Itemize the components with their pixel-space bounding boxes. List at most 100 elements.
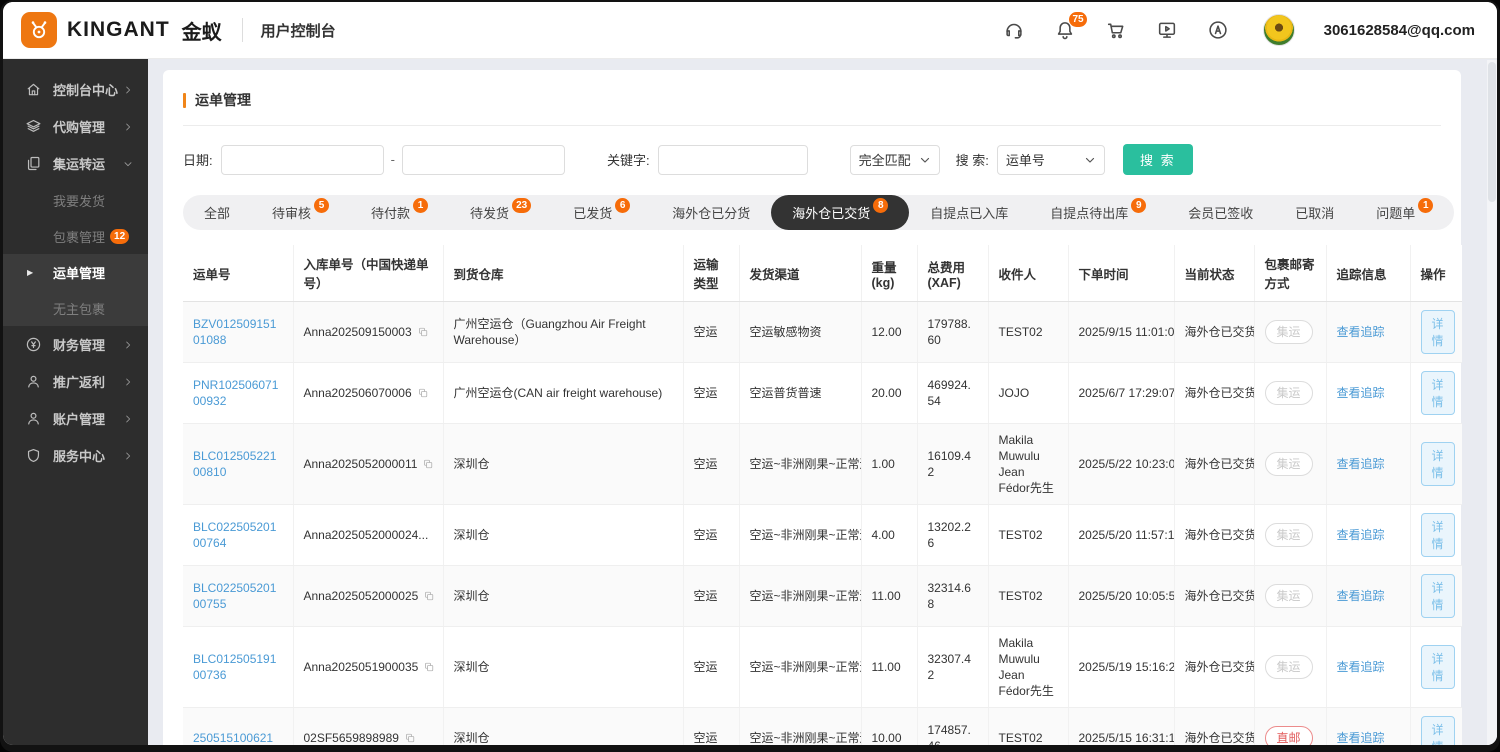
tab-问题单[interactable]: 问题单1 bbox=[1355, 195, 1454, 230]
warehouse-cell: 广州空运仓（Guangzhou Air Freight Warehouse） bbox=[443, 302, 683, 363]
kingant-logo-icon bbox=[21, 12, 57, 48]
tab-自提点已入库[interactable]: 自提点已入库 bbox=[909, 195, 1029, 230]
view-tracking-link[interactable]: 查看追踪 bbox=[1337, 528, 1385, 542]
status-cell: 海外仓已交货 bbox=[1174, 424, 1254, 505]
table-row: BLC02250520100755Anna2025052000025深圳仓空运空… bbox=[183, 566, 1462, 627]
column-header: 重量 (kg) bbox=[861, 245, 917, 302]
count-badge: 23 bbox=[512, 198, 531, 213]
tab-已取消[interactable]: 已取消 bbox=[1274, 195, 1355, 230]
view-tracking-link[interactable]: 查看追踪 bbox=[1337, 660, 1385, 674]
count-badge: 1 bbox=[413, 198, 428, 213]
copy-icon[interactable] bbox=[417, 326, 429, 338]
chevron-right-icon bbox=[122, 339, 134, 351]
channel-cell: 空运~非洲刚果~正常速度 bbox=[739, 505, 861, 566]
copy-icon[interactable] bbox=[422, 458, 434, 470]
tab-会员已签收[interactable]: 会员已签收 bbox=[1167, 195, 1274, 230]
total-cost-cell: 32314.68 bbox=[917, 566, 988, 627]
sidebar-item-console-center[interactable]: 控制台中心 bbox=[3, 71, 148, 108]
layers-icon bbox=[25, 118, 42, 135]
channel-cell: 空运~非洲刚果~正常速度 bbox=[739, 627, 861, 708]
video-tutorial-icon[interactable] bbox=[1155, 18, 1179, 42]
scrollbar-track[interactable] bbox=[1487, 60, 1497, 745]
date-from-input[interactable] bbox=[221, 145, 384, 175]
tab-海外仓已分货[interactable]: 海外仓已分货 bbox=[651, 195, 771, 230]
waybill-number-link[interactable]: BLC02250520100755 bbox=[193, 581, 276, 611]
order-time-cell: 2025/5/19 15:16:25 bbox=[1068, 627, 1174, 708]
view-tracking-link[interactable]: 查看追踪 bbox=[1337, 589, 1385, 603]
detail-button[interactable]: 详情 bbox=[1421, 574, 1455, 618]
count-badge: 1 bbox=[1418, 198, 1433, 213]
recipient-cell: Makila Muwulu Jean Fédor先生 bbox=[988, 424, 1068, 505]
sidebar-subitem-package-management[interactable]: 包裹管理12 bbox=[3, 218, 148, 254]
window-frame: KINGANT金蚁 用户控制台 753061628584@qq.com 控制台中… bbox=[0, 0, 1500, 752]
user-avatar[interactable] bbox=[1263, 14, 1295, 46]
date-to-input[interactable] bbox=[402, 145, 565, 175]
view-tracking-link[interactable]: 查看追踪 bbox=[1337, 731, 1385, 745]
match-mode-select[interactable]: 完全匹配 bbox=[850, 145, 940, 175]
sidebar-item-referral-rebate[interactable]: 推广返利 bbox=[3, 363, 148, 400]
detail-button[interactable]: 详情 bbox=[1421, 716, 1455, 745]
detail-button[interactable]: 详情 bbox=[1421, 513, 1455, 557]
waybill-number-link[interactable]: BLC01250519100736 bbox=[193, 652, 276, 682]
filter-bar: 日期: - 关键字: 完全匹配 搜 索: bbox=[183, 144, 1441, 175]
user-icon bbox=[25, 373, 42, 390]
waybill-number-link[interactable]: BZV01250915101088 bbox=[193, 317, 276, 347]
keyword-input[interactable] bbox=[658, 145, 808, 175]
tab-全部[interactable]: 全部 bbox=[183, 195, 251, 230]
sidebar-item-consolidation-transfer[interactable]: 集运转运 bbox=[3, 145, 148, 182]
tab-自提点待出库[interactable]: 自提点待出库9 bbox=[1029, 195, 1167, 230]
docs-icon bbox=[25, 155, 42, 172]
customer-service-icon[interactable] bbox=[1002, 18, 1026, 42]
sidebar-item-service-center[interactable]: 服务中心 bbox=[3, 437, 148, 474]
scrollbar-thumb[interactable] bbox=[1488, 62, 1496, 202]
status-cell: 海外仓已交货 bbox=[1174, 363, 1254, 424]
sidebar-subitem-unclaimed-packages[interactable]: 无主包裹 bbox=[3, 290, 148, 326]
detail-button[interactable]: 详情 bbox=[1421, 645, 1455, 689]
copy-icon[interactable] bbox=[417, 387, 429, 399]
bell-icon[interactable]: 75 bbox=[1053, 18, 1077, 42]
detail-button[interactable]: 详情 bbox=[1421, 371, 1455, 415]
waybill-number-link[interactable]: BLC01250522100810 bbox=[193, 449, 276, 479]
detail-button[interactable]: 详情 bbox=[1421, 310, 1455, 354]
view-tracking-link[interactable]: 查看追踪 bbox=[1337, 325, 1385, 339]
sidebar-item-purchasing-management[interactable]: 代购管理 bbox=[3, 108, 148, 145]
tab-待付款[interactable]: 待付款1 bbox=[350, 195, 449, 230]
warehouse-cell: 广州空运仓(CAN air freight warehouse) bbox=[443, 363, 683, 424]
brand[interactable]: KINGANT金蚁 bbox=[21, 12, 222, 48]
channel-cell: 空运~非洲刚果~正常速度 bbox=[739, 424, 861, 505]
detail-button[interactable]: 详情 bbox=[1421, 442, 1455, 486]
waybill-number-link[interactable]: BLC02250520100764 bbox=[193, 520, 276, 550]
chevron-down-icon bbox=[122, 158, 134, 170]
sidebar-item-label: 财务管理 bbox=[53, 335, 105, 354]
language-icon[interactable] bbox=[1206, 18, 1230, 42]
copy-icon[interactable] bbox=[423, 661, 435, 673]
view-tracking-link[interactable]: 查看追踪 bbox=[1337, 457, 1385, 471]
tab-已发货[interactable]: 已发货6 bbox=[552, 195, 651, 230]
copy-icon[interactable] bbox=[423, 590, 435, 602]
table-row: BZV01250915101088Anna202509150003广州空运仓（G… bbox=[183, 302, 1462, 363]
waybill-number-link[interactable]: PNR10250607100932 bbox=[193, 378, 278, 408]
tab-海外仓已交货[interactable]: 海外仓已交货8 bbox=[771, 195, 909, 230]
search-button[interactable]: 搜 索 bbox=[1123, 144, 1193, 175]
sidebar-item-finance-management[interactable]: 财务管理 bbox=[3, 326, 148, 363]
count-badge: 6 bbox=[615, 198, 630, 213]
waybill-number-link[interactable]: 250515100621 bbox=[193, 731, 273, 745]
copy-icon[interactable] bbox=[404, 732, 416, 744]
sidebar-subitem-ship-now[interactable]: 我要发货 bbox=[3, 182, 148, 218]
status-tabs: 全部待审核5待付款1待发货23已发货6海外仓已分货海外仓已交货8自提点已入库自提… bbox=[183, 195, 1454, 230]
topbar-actions: 75 3061628584@qq.com bbox=[1002, 14, 1475, 46]
column-header: 发货渠道 bbox=[739, 245, 861, 302]
transport-type-cell: 空运 bbox=[683, 566, 739, 627]
view-tracking-link[interactable]: 查看追踪 bbox=[1337, 386, 1385, 400]
tab-待审核[interactable]: 待审核5 bbox=[251, 195, 350, 230]
tab-待发货[interactable]: 待发货23 bbox=[449, 195, 552, 230]
recipient-cell: Makila Muwulu Jean Fédor先生 bbox=[988, 627, 1068, 708]
transport-type-cell: 空运 bbox=[683, 302, 739, 363]
user-email[interactable]: 3061628584@qq.com bbox=[1324, 22, 1475, 39]
sidebar-subitem-waybill-management[interactable]: ▶运单管理 bbox=[3, 254, 148, 290]
search-type-select[interactable]: 运单号 bbox=[997, 145, 1105, 175]
sidebar-item-account-management[interactable]: 账户管理 bbox=[3, 400, 148, 437]
cart-icon[interactable] bbox=[1104, 18, 1128, 42]
recipient-cell: TEST02 bbox=[988, 302, 1068, 363]
chevron-right-icon bbox=[122, 450, 134, 462]
